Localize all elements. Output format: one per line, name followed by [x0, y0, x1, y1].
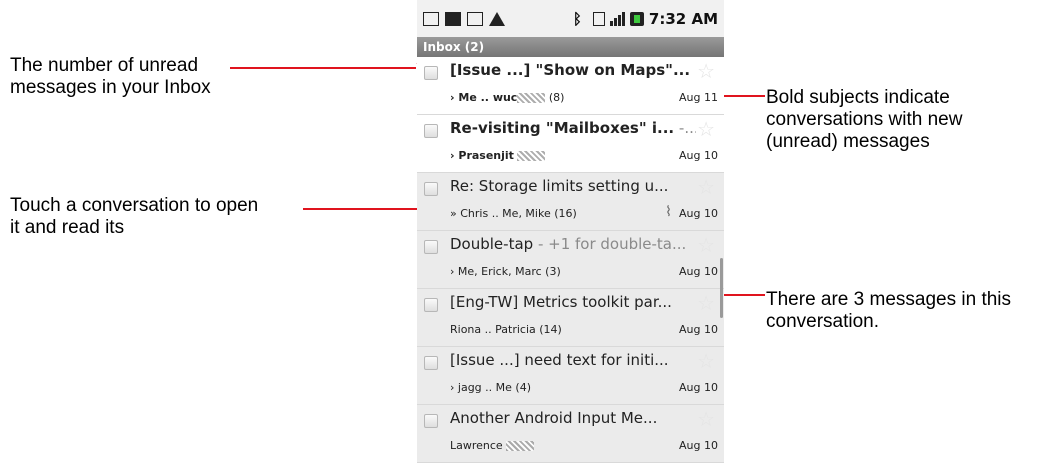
warning-icon: [489, 11, 505, 26]
callout-touch-conversation: Touch a conversation to open it and read…: [10, 195, 259, 238]
conversation-row[interactable]: [Issue ...] "Show on Maps"... ☆ › Me .. …: [417, 57, 724, 115]
checkbox-icon[interactable]: [424, 124, 438, 138]
callout-message-count: There are 3 messages in this conversatio…: [766, 289, 1012, 332]
callout-unread-count: The number of unread messages in your In…: [10, 55, 211, 98]
conversation-senders: » Chris .. Me, Mike (16): [450, 207, 577, 220]
star-icon[interactable]: ☆: [697, 407, 715, 431]
redacted-name: [517, 151, 546, 161]
phone-screen: ᛒ 7:32 AM Inbox (2) [Issue ...] "Show on…: [417, 0, 724, 463]
calendar-icon: [445, 11, 461, 26]
conversation-subject: [Issue ...] "Show on Maps"...: [450, 61, 691, 79]
conversation-senders: › Me, Erick, Marc (3): [450, 265, 561, 278]
bluetooth-icon: ᛒ: [572, 9, 582, 28]
email-notification-icon: [423, 11, 439, 26]
checkbox-icon[interactable]: [424, 356, 438, 370]
conversation-subject: Re-visiting "Mailboxes" i... -...: [450, 119, 696, 137]
conversation-subject: [Issue ...] need text for initi...: [450, 351, 669, 369]
signal-icon: [609, 11, 625, 26]
inbox-title-bar: Inbox (2): [417, 37, 724, 57]
conversation-date: Aug 10: [679, 149, 718, 162]
usb-icon: [467, 11, 483, 26]
conversation-row[interactable]: [Eng-TW] Metrics toolkit par... ☆ Riona …: [417, 289, 724, 347]
wifi-icon: [592, 11, 605, 26]
star-icon[interactable]: ☆: [697, 291, 715, 315]
checkbox-icon[interactable]: [424, 414, 438, 428]
conversation-date: Aug 11: [679, 91, 718, 104]
conversation-date: Aug 10: [679, 439, 718, 452]
conversation-date: Aug 10: [679, 265, 718, 278]
conversation-subject: Double-tap - +1 for double-ta...: [450, 235, 687, 253]
star-icon[interactable]: ☆: [697, 233, 715, 257]
conversation-row[interactable]: Re: Storage limits setting u... ☆ » Chri…: [417, 173, 724, 231]
conversation-senders: Riona .. Patricia (14): [450, 323, 562, 336]
conversation-row[interactable]: Re-visiting "Mailboxes" i... -... ☆ › Pr…: [417, 115, 724, 173]
scrollbar[interactable]: [720, 258, 723, 318]
conversation-row[interactable]: Another Android Input Me... ☆ Lawrence A…: [417, 405, 724, 463]
callout-line-unread: [230, 67, 416, 69]
conversation-subject: Another Android Input Me...: [450, 409, 658, 427]
status-bar: ᛒ 7:32 AM: [417, 0, 724, 37]
checkbox-icon[interactable]: [424, 298, 438, 312]
clock: 7:32 AM: [648, 9, 718, 28]
conversation-senders: › jagg .. Me (4): [450, 381, 531, 394]
conversation-date: Aug 10: [679, 381, 718, 394]
checkbox-icon[interactable]: [424, 66, 438, 80]
callout-bold-subjects: Bold subjects indicate conversations wit…: [766, 87, 963, 152]
star-icon[interactable]: ☆: [697, 349, 715, 373]
conversation-row[interactable]: Double-tap - +1 for double-ta... ☆ › Me,…: [417, 231, 724, 289]
conversation-senders: › Me .. wuc (8): [450, 91, 565, 104]
conversation-senders: › Prasenjit: [450, 149, 546, 162]
battery-icon: [629, 11, 644, 26]
redacted-name: [517, 93, 546, 103]
conversation-date: Aug 10: [679, 323, 718, 336]
star-icon[interactable]: ☆: [697, 59, 715, 83]
conversation-subject: [Eng-TW] Metrics toolkit par...: [450, 293, 672, 311]
checkbox-icon[interactable]: [424, 182, 438, 196]
star-icon[interactable]: ☆: [697, 175, 715, 199]
star-icon[interactable]: ☆: [697, 117, 715, 141]
redacted-name: [506, 441, 535, 451]
checkbox-icon[interactable]: [424, 240, 438, 254]
conversation-date: Aug 10: [679, 207, 718, 220]
paperclip-icon: ⌇: [665, 204, 672, 220]
conversation-row[interactable]: [Issue ...] need text for initi... ☆ › j…: [417, 347, 724, 405]
conversation-subject: Re: Storage limits setting u...: [450, 177, 669, 195]
conversation-senders: Lawrence: [450, 439, 535, 452]
